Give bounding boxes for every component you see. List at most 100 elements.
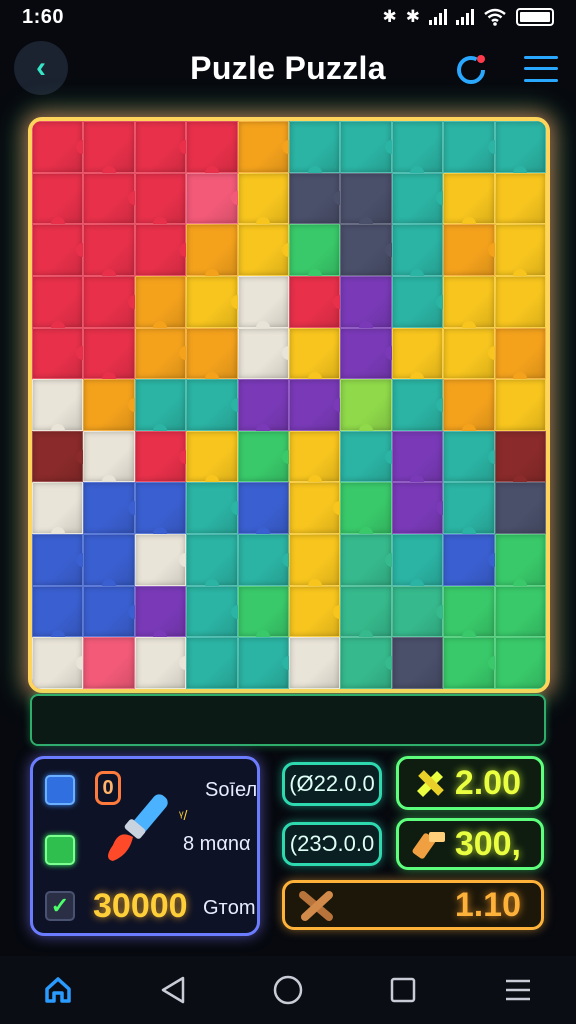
- puzzle-piece[interactable]: [494, 327, 546, 387]
- puzzle-piece[interactable]: [134, 534, 194, 586]
- puzzle-piece[interactable]: [83, 224, 135, 283]
- puzzle-piece[interactable]: [289, 534, 341, 593]
- film-icon[interactable]: [45, 775, 75, 805]
- puzzle-piece[interactable]: [340, 430, 399, 483]
- puzzle-piece[interactable]: [289, 379, 348, 431]
- nav-recents[interactable]: [373, 965, 433, 1015]
- puzzle-piece[interactable]: [134, 327, 194, 380]
- puzzle-piece[interactable]: [237, 637, 296, 689]
- puzzle-piece[interactable]: [83, 534, 135, 593]
- puzzle-piece[interactable]: [391, 534, 444, 593]
- puzzle-piece[interactable]: [32, 637, 91, 689]
- puzzle-piece[interactable]: [391, 482, 451, 535]
- puzzle-piece[interactable]: [391, 121, 444, 180]
- puzzle-piece[interactable]: [186, 534, 238, 593]
- puzzle-piece[interactable]: [186, 121, 238, 180]
- puzzle-piece[interactable]: [340, 379, 392, 438]
- puzzle-piece[interactable]: [134, 379, 187, 438]
- puzzle-piece[interactable]: [134, 275, 187, 335]
- puzzle-piece[interactable]: [134, 637, 194, 689]
- puzzle-piece[interactable]: [134, 482, 187, 542]
- nav-home-circle[interactable]: [258, 965, 318, 1015]
- puzzle-piece[interactable]: [443, 327, 502, 380]
- puzzle-piece[interactable]: [494, 637, 546, 689]
- puzzle-piece[interactable]: [443, 379, 495, 438]
- puzzle-piece[interactable]: [289, 121, 341, 180]
- puzzle-piece[interactable]: [289, 172, 348, 225]
- puzzle-piece[interactable]: [289, 585, 348, 638]
- puzzle-piece[interactable]: [186, 637, 238, 689]
- stat-pill-3[interactable]: (23Ͻ.0.0: [282, 822, 382, 866]
- puzzle-piece[interactable]: [443, 585, 495, 645]
- puzzle-piece[interactable]: [186, 224, 238, 283]
- puzzle-board[interactable]: [28, 117, 550, 693]
- refresh-icon[interactable]: [452, 50, 490, 88]
- puzzle-piece[interactable]: [32, 327, 91, 380]
- puzzle-piece[interactable]: [443, 275, 495, 335]
- nav-back[interactable]: [143, 965, 203, 1015]
- nav-menu[interactable]: [488, 965, 548, 1015]
- puzzle-piece[interactable]: [186, 172, 245, 225]
- puzzle-piece[interactable]: [237, 327, 296, 380]
- puzzle-piece[interactable]: [186, 327, 238, 387]
- puzzle-piece[interactable]: [494, 379, 546, 431]
- puzzle-piece[interactable]: [83, 430, 135, 490]
- bucket-icon[interactable]: [45, 835, 75, 865]
- puzzle-piece[interactable]: [237, 121, 296, 173]
- checkmark-icon[interactable]: ✓: [45, 891, 75, 921]
- puzzle-piece[interactable]: [340, 482, 392, 542]
- puzzle-piece[interactable]: [186, 379, 245, 431]
- puzzle-piece[interactable]: [32, 121, 91, 173]
- puzzle-piece[interactable]: [186, 482, 245, 535]
- puzzle-piece[interactable]: [340, 275, 392, 335]
- puzzle-piece[interactable]: [83, 637, 135, 689]
- puzzle-piece[interactable]: [494, 275, 546, 328]
- puzzle-piece[interactable]: [391, 379, 451, 431]
- puzzle-piece[interactable]: [32, 379, 84, 438]
- puzzle-piece[interactable]: [494, 482, 546, 535]
- puzzle-piece[interactable]: [494, 585, 546, 638]
- puzzle-piece[interactable]: [237, 379, 289, 438]
- puzzle-piece[interactable]: [32, 585, 84, 645]
- puzzle-piece[interactable]: [391, 585, 451, 638]
- puzzle-piece[interactable]: [289, 637, 341, 689]
- puzzle-piece[interactable]: [237, 534, 296, 586]
- puzzle-piece[interactable]: [443, 534, 502, 586]
- menu-button[interactable]: [524, 52, 558, 86]
- piece-tray[interactable]: [30, 694, 546, 746]
- puzzle-grid[interactable]: [32, 121, 546, 689]
- puzzle-piece[interactable]: [443, 482, 495, 542]
- puzzle-piece[interactable]: [83, 482, 142, 535]
- puzzle-piece[interactable]: [134, 224, 194, 276]
- puzzle-piece[interactable]: [340, 172, 392, 232]
- puzzle-piece[interactable]: [237, 585, 289, 645]
- puzzle-piece[interactable]: [83, 379, 142, 431]
- puzzle-piece[interactable]: [494, 172, 546, 225]
- puzzle-piece[interactable]: [289, 430, 341, 490]
- puzzle-piece[interactable]: [83, 327, 135, 387]
- puzzle-piece[interactable]: [134, 430, 194, 483]
- puzzle-piece[interactable]: [340, 224, 399, 276]
- puzzle-piece[interactable]: [134, 585, 187, 645]
- puzzle-piece[interactable]: [32, 275, 84, 335]
- puzzle-piece[interactable]: [83, 585, 142, 638]
- puzzle-piece[interactable]: [340, 121, 399, 173]
- puzzle-piece[interactable]: [391, 430, 444, 490]
- puzzle-piece[interactable]: [134, 172, 187, 232]
- puzzle-piece[interactable]: [289, 275, 348, 328]
- puzzle-piece[interactable]: [443, 172, 495, 232]
- puzzle-piece[interactable]: [443, 637, 502, 689]
- puzzle-piece[interactable]: [494, 430, 546, 490]
- puzzle-piece[interactable]: [340, 327, 399, 380]
- puzzle-piece[interactable]: [237, 224, 296, 276]
- puzzle-piece[interactable]: [391, 172, 451, 225]
- puzzle-piece[interactable]: [340, 585, 392, 645]
- puzzle-piece[interactable]: [134, 121, 194, 173]
- puzzle-piece[interactable]: [289, 482, 348, 535]
- stat-pill-2[interactable]: 2.00: [396, 756, 544, 810]
- puzzle-piece[interactable]: [186, 430, 238, 490]
- puzzle-piece[interactable]: [186, 275, 245, 328]
- puzzle-piece[interactable]: [391, 275, 451, 328]
- puzzle-piece[interactable]: [494, 534, 546, 593]
- stat-pill-4[interactable]: 300,: [396, 818, 544, 870]
